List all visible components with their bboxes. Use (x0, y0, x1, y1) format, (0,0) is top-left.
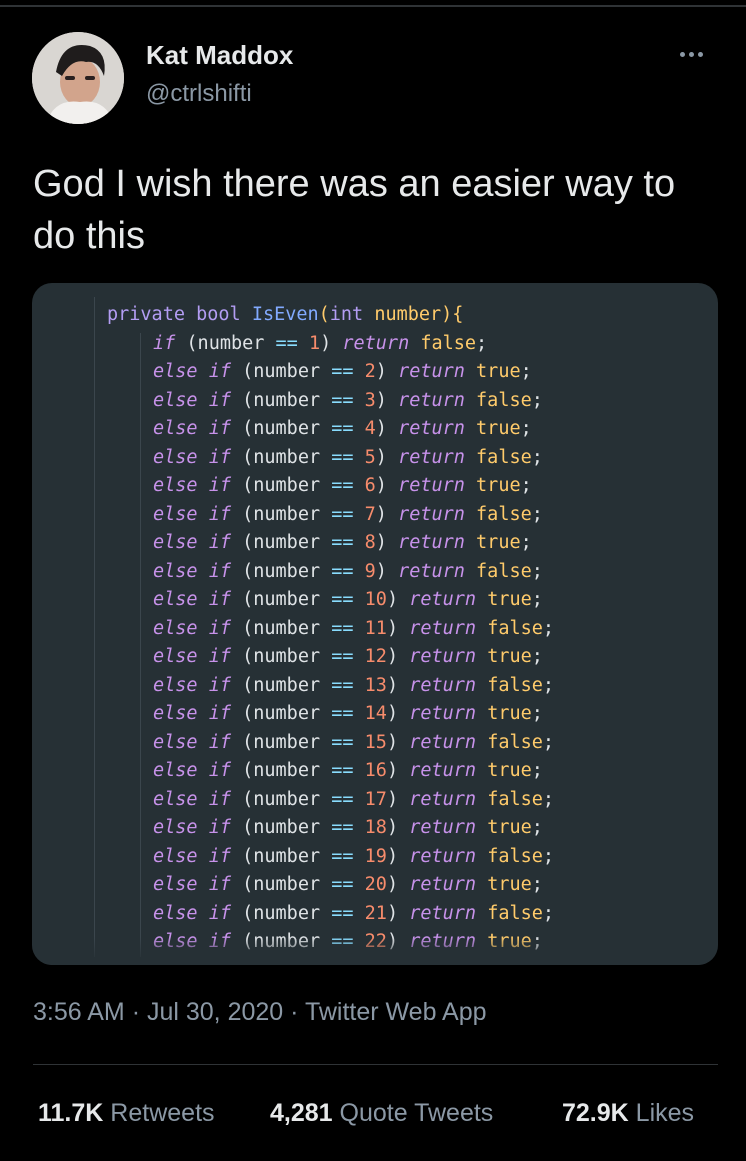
code-line-else-if: else if (number == 17) return false; (153, 788, 555, 810)
meta-separator: · (290, 998, 299, 1026)
tweet-source[interactable]: Twitter Web App (305, 998, 487, 1026)
code-line-else-if: else if (number == 12) return true; (153, 646, 543, 667)
code-line-else-if: else if (number == 5) return false; (153, 446, 543, 468)
code-line-else-if: else if (number == 21) return false; (153, 902, 555, 924)
code-line-else-if: else if (number == 20) return true; (153, 874, 543, 895)
tweet-meta: 3:56 AM · Jul 30, 2020 · Twitter Web App (33, 998, 487, 1027)
tweet-date[interactable]: Jul 30, 2020 (147, 998, 283, 1026)
more-icon[interactable] (680, 44, 720, 64)
author-name[interactable]: Kat Maddox (146, 40, 293, 71)
tweet-time[interactable]: 3:56 AM (33, 998, 125, 1026)
code-line-else-if: else if (number == 3) return false; (153, 389, 543, 411)
avatar-icon (32, 32, 124, 124)
code-fade (32, 937, 718, 965)
code-image[interactable]: private bool IsEven(int number){ if (num… (32, 283, 718, 965)
likes-stat[interactable]: 72.9K Likes (562, 1099, 694, 1128)
code-line-else-if: else if (number == 6) return true; (153, 475, 532, 496)
stats-divider (33, 1064, 718, 1065)
code-line-else-if: else if (number == 8) return true; (153, 532, 532, 553)
code-line-header: private bool IsEven(int number){ (107, 304, 464, 325)
code-line-else-if: else if (number == 15) return false; (153, 731, 555, 753)
retweets-stat[interactable]: 11.7K Retweets (38, 1099, 215, 1128)
code-line-if: if (number == 1) return false; (153, 332, 488, 354)
code-line-else-if: else if (number == 18) return true; (153, 817, 543, 838)
code-line-else-if: else if (number == 9) return false; (153, 560, 543, 582)
top-divider (0, 5, 746, 7)
meta-separator: · (131, 998, 141, 1026)
code-line-else-if: else if (number == 2) return true; (153, 361, 532, 382)
quote-tweets-stat[interactable]: 4,281 Quote Tweets (270, 1099, 493, 1128)
code-line-else-if: else if (number == 16) return true; (153, 760, 543, 781)
tweet-text: God I wish there was an easier way to do… (33, 163, 676, 257)
author-handle[interactable]: @ctrlshifti (146, 80, 252, 108)
code-line-else-if: else if (number == 13) return false; (153, 674, 555, 696)
code-line-else-if: else if (number == 19) return false; (153, 845, 555, 867)
code-line-else-if: else if (number == 14) return true; (153, 703, 543, 724)
code-block: private bool IsEven(int number){ if (num… (32, 301, 718, 965)
code-line-else-if: else if (number == 4) return true; (153, 418, 532, 439)
code-line-else-if: else if (number == 10) return true; (153, 589, 543, 610)
code-line-else-if: else if (number == 7) return false; (153, 503, 543, 525)
code-line-else-if: else if (number == 11) return false; (153, 617, 555, 639)
avatar[interactable] (32, 32, 124, 124)
